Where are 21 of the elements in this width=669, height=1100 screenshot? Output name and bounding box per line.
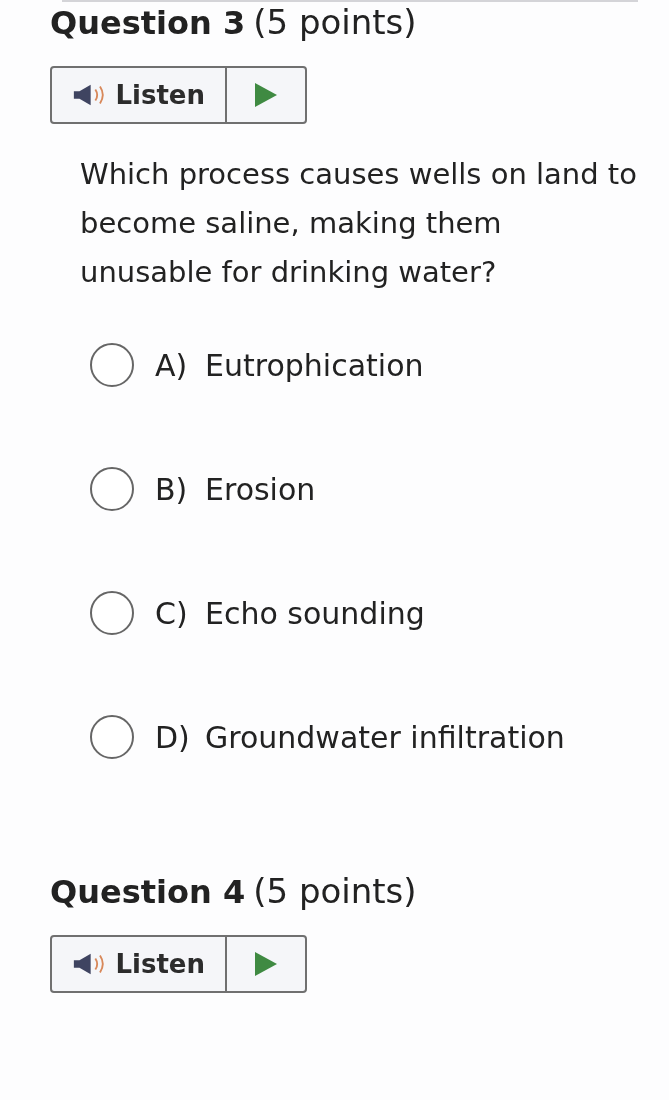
option-letter: B) [155,471,189,507]
play-icon [255,83,277,107]
question-title: Question 4 [50,873,246,911]
listen-button[interactable]: Listen [52,937,227,991]
option-letter: A) [155,347,189,383]
option-text: Groundwater infiltration [205,719,565,755]
question-points: (5 points) [253,2,417,42]
play-icon [255,952,277,976]
radio-button[interactable] [90,715,134,759]
listen-button[interactable]: Listen [52,68,227,122]
option-letter: D) [155,719,191,755]
radio-button[interactable] [90,467,134,511]
question-text: Which process causes wells on land to become saline, making them unusable for drinking water? [80,156,638,291]
option-text: Echo sounding [205,595,425,631]
radio-button[interactable] [90,591,134,635]
radio-button[interactable] [90,343,134,387]
option-text: Erosion [205,471,316,507]
option-letter: C) [155,595,189,631]
option-text: Eutrophication [205,347,424,383]
question-title: Question 3 [50,4,246,42]
question-points: (5 points) [253,871,417,911]
